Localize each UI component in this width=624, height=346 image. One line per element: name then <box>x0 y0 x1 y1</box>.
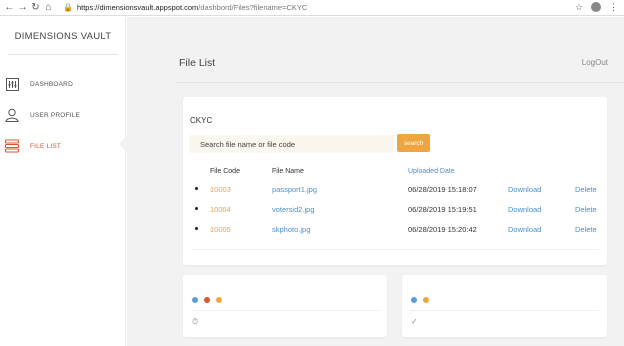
uploaded-date: 06/28/2019 15:18:07 <box>408 185 477 194</box>
sidebar-item-dashboard[interactable]: DASHBOARD <box>5 75 125 93</box>
stack-icon <box>5 139 19 153</box>
forward-icon[interactable]: → <box>16 1 29 15</box>
dot-indicators <box>192 297 222 303</box>
uploaded-date: 06/28/2019 15:20:42 <box>408 225 477 234</box>
blue-dot-icon <box>192 297 198 303</box>
sidebar-item-user-profile[interactable]: USER PROFILE <box>5 106 125 124</box>
orange-dot-icon <box>216 297 222 303</box>
download-link[interactable]: Download <box>508 185 541 194</box>
orange-dot-icon <box>423 297 429 303</box>
delete-link[interactable]: Delete <box>575 225 597 234</box>
delete-link[interactable]: Delete <box>575 185 597 194</box>
user-icon <box>5 108 19 122</box>
table-row: 10003 passport1.jpg 06/28/2019 15:18:07 … <box>183 185 607 199</box>
file-name-link[interactable]: votersid2.jpg <box>272 205 315 214</box>
sidebar: DIMENSIONS VAULT DASHBOARD USER PROFILE … <box>0 17 126 346</box>
check-icon: ✓ <box>411 317 418 326</box>
file-code: 10005 <box>210 225 231 234</box>
brand-title: DIMENSIONS VAULT <box>14 31 112 42</box>
summary-card: ✓ <box>402 275 607 337</box>
sidebar-item-file-list[interactable]: FILE LIST <box>5 137 125 155</box>
download-link[interactable]: Download <box>508 225 541 234</box>
sidebar-item-label: USER PROFILE <box>30 111 81 119</box>
clock-icon: ⏱ <box>192 317 199 326</box>
column-header-file-code: File Code <box>210 168 240 175</box>
divider <box>191 310 379 311</box>
page-title: File List <box>179 57 216 69</box>
browser-toolbar: ← → ↻ ⌂ 🔒 https://dimensionsvault.appspo… <box>0 0 624 16</box>
back-icon[interactable]: ← <box>3 1 16 15</box>
file-name-link[interactable]: skphoto.jpg <box>272 225 310 234</box>
url-host: https://dimensionsvault.appspot.com <box>76 3 199 12</box>
table-row: 10004 votersid2.jpg 06/28/2019 15:19:51 … <box>183 205 607 219</box>
summary-card: ⏱ <box>183 275 387 337</box>
file-list-card: CKYC search File Code File Name Uploaded… <box>183 97 607 265</box>
column-header-file-name: File Name <box>272 168 304 175</box>
main-content: File List LogOut CKYC search File Code F… <box>127 17 624 346</box>
blue-dot-icon <box>411 297 417 303</box>
search-button[interactable]: search <box>397 134 430 152</box>
bullet <box>195 187 198 190</box>
divider <box>175 82 624 83</box>
bullet <box>195 207 198 210</box>
search-input[interactable] <box>189 135 394 153</box>
table-row: 10005 skphoto.jpg 06/28/2019 15:20:42 Do… <box>183 225 607 239</box>
download-link[interactable]: Download <box>508 205 541 214</box>
star-icon[interactable]: ☆ <box>575 2 583 13</box>
home-icon[interactable]: ⌂ <box>42 1 55 15</box>
file-code: 10003 <box>210 185 231 194</box>
sidebar-item-label: DASHBOARD <box>30 80 73 88</box>
delete-link[interactable]: Delete <box>575 205 597 214</box>
file-name-link[interactable]: passport1.jpg <box>272 185 317 194</box>
logout-link[interactable]: LogOut <box>582 58 608 67</box>
sidebar-item-label: FILE LIST <box>30 142 62 150</box>
active-indicator <box>119 136 127 152</box>
bullet <box>195 227 198 230</box>
red-dot-icon <box>204 297 210 303</box>
lock-icon: 🔒 <box>63 3 73 12</box>
uploaded-date: 06/28/2019 15:19:51 <box>408 205 477 214</box>
address-bar[interactable]: https://dimensionsvault.appspot.com/dash… <box>77 3 307 12</box>
divider <box>191 249 599 250</box>
divider <box>8 54 118 55</box>
category-label: CKYC <box>190 116 213 125</box>
dot-indicators <box>411 297 429 303</box>
file-code: 10004 <box>210 205 231 214</box>
divider <box>410 310 599 311</box>
menu-icon[interactable]: ⋮ <box>609 2 618 13</box>
profile-avatar-icon[interactable] <box>591 2 601 12</box>
dashboard-icon <box>5 77 19 91</box>
column-header-uploaded-date[interactable]: Uploaded Date <box>408 168 455 175</box>
url-path: /dashbord/Files?filename=CKYC <box>198 3 308 12</box>
reload-icon[interactable]: ↻ <box>29 1 42 15</box>
